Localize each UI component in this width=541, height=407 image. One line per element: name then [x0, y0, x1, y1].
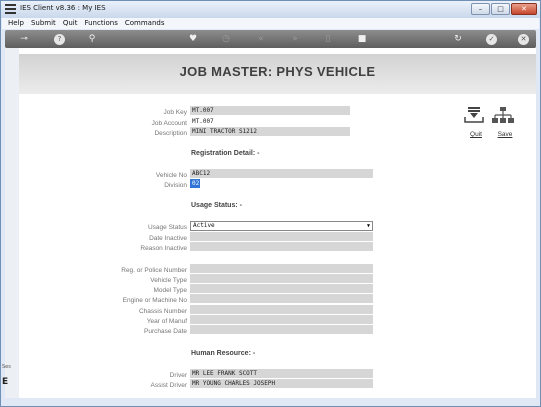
maximize-button[interactable]: □	[491, 3, 510, 15]
reg-number-label: Reg. or Police Number	[121, 267, 187, 274]
usage-status-label: Usage Status	[147, 224, 187, 231]
vehicle-no-label: Vehicle No	[155, 172, 187, 179]
job-account-label: Job Account	[151, 120, 187, 127]
search-icon[interactable]: ⚲	[85, 33, 99, 45]
form-page: JOB MASTER: PHYS VEHICLE Job Key MT.007 …	[19, 48, 536, 398]
minimize-button[interactable]: –	[471, 3, 490, 15]
heart-icon[interactable]: ♥	[186, 33, 200, 45]
right-edge	[536, 48, 540, 398]
stop-icon[interactable]: ■	[355, 33, 369, 45]
reason-inactive-label: Reason Inactive	[140, 245, 187, 252]
usage-section-heading: Usage Status: -	[191, 202, 242, 209]
registration-section-heading: Registration Detail: -	[191, 150, 260, 157]
driver-field[interactable]: MR LEE FRANK SCOTT	[190, 369, 373, 378]
usage-status-value: Active	[193, 222, 215, 229]
reason-inactive-field[interactable]	[190, 242, 373, 251]
window-title: IES Client v8.36 : My IES	[20, 4, 106, 12]
quit-icon[interactable]	[464, 106, 484, 124]
date-inactive-field[interactable]	[190, 232, 373, 241]
model-type-field[interactable]	[190, 284, 373, 293]
page-title: JOB MASTER: PHYS VEHICLE	[179, 64, 376, 79]
purchase-date-label: Purchase Date	[144, 328, 187, 335]
app-menu-icon[interactable]	[5, 4, 16, 14]
human-resource-section-heading: Human Resource: -	[191, 350, 256, 357]
job-account-field[interactable]: MT.007	[190, 117, 350, 126]
chassis-number-label: Chassis Number	[138, 308, 187, 315]
reg-number-field[interactable]	[190, 264, 373, 273]
save-icon[interactable]	[492, 106, 514, 124]
page-header: JOB MASTER: PHYS VEHICLE	[19, 54, 536, 94]
check-icon[interactable]: ✓	[486, 34, 497, 45]
close-window-button[interactable]: ✕	[511, 3, 537, 15]
driver-label: Driver	[169, 372, 187, 379]
document-icon[interactable]: ▯	[321, 33, 335, 45]
rewind-icon[interactable]: «	[254, 33, 268, 45]
clock-icon[interactable]: ◷	[219, 33, 233, 45]
fast-forward-icon[interactable]: »	[288, 33, 302, 45]
window-controls: – □ ✕	[471, 3, 537, 15]
content-area: JOB MASTER: PHYS VEHICLE Job Key MT.007 …	[5, 48, 536, 398]
model-type-label: Model Type	[153, 287, 187, 294]
assist-driver-field[interactable]: MR YOUNG CHARLES JOSEPH	[190, 379, 373, 388]
year-of-manuf-label: Year of Manuf	[146, 318, 187, 325]
vehicle-no-field[interactable]: ABC12	[190, 169, 373, 178]
usage-status-select[interactable]: Active ▼	[190, 221, 373, 231]
description-field[interactable]: MINI TRACTOR S1212	[190, 127, 350, 136]
side-strip-letter: E	[2, 377, 9, 387]
menu-bar: Help Submit Quit Functions Commands	[2, 18, 539, 29]
assist-driver-label: Assist Driver	[150, 382, 187, 389]
menu-help[interactable]: Help	[8, 18, 24, 29]
key-icon[interactable]: ⊸	[13, 33, 35, 45]
quit-button[interactable]: Quit	[467, 131, 485, 138]
refresh-icon[interactable]: ↻	[451, 33, 465, 45]
menu-functions[interactable]: Functions	[84, 18, 117, 29]
menu-commands[interactable]: Commands	[125, 18, 165, 29]
menu-submit[interactable]: Submit	[31, 18, 56, 29]
division-label: Division	[164, 182, 187, 189]
vehicle-type-field[interactable]	[190, 274, 373, 283]
job-key-field[interactable]: MT.007	[190, 106, 350, 115]
job-key-label: Job Key	[163, 109, 188, 116]
date-inactive-label: Date Inactive	[149, 235, 187, 242]
title-bar: IES Client v8.36 : My IES – □ ✕	[1, 1, 540, 18]
close-icon[interactable]: ✕	[518, 34, 529, 45]
engine-no-label: Engine or Machine No	[122, 297, 187, 304]
save-button[interactable]: Save	[495, 131, 515, 138]
year-of-manuf-field[interactable]	[190, 315, 373, 324]
app-window: IES Client v8.36 : My IES – □ ✕ Help Sub…	[0, 0, 541, 407]
engine-no-field[interactable]	[190, 294, 373, 303]
side-strip-label: Ses	[2, 364, 11, 370]
purchase-date-field[interactable]	[190, 325, 373, 334]
description-label: Description	[154, 130, 187, 137]
chassis-number-field[interactable]	[190, 305, 373, 314]
menu-quit[interactable]: Quit	[63, 18, 78, 29]
toolbar: ⊸ ? ⚲ ♥ ◷ « » ▯ ■ ↻ ✓ ✕	[5, 30, 536, 48]
side-strip: Ses E	[1, 361, 11, 401]
division-field[interactable]: 02	[190, 179, 200, 188]
vehicle-type-label: Vehicle Type	[150, 277, 187, 284]
help-icon[interactable]: ?	[54, 34, 65, 45]
chevron-down-icon[interactable]: ▼	[367, 222, 370, 230]
